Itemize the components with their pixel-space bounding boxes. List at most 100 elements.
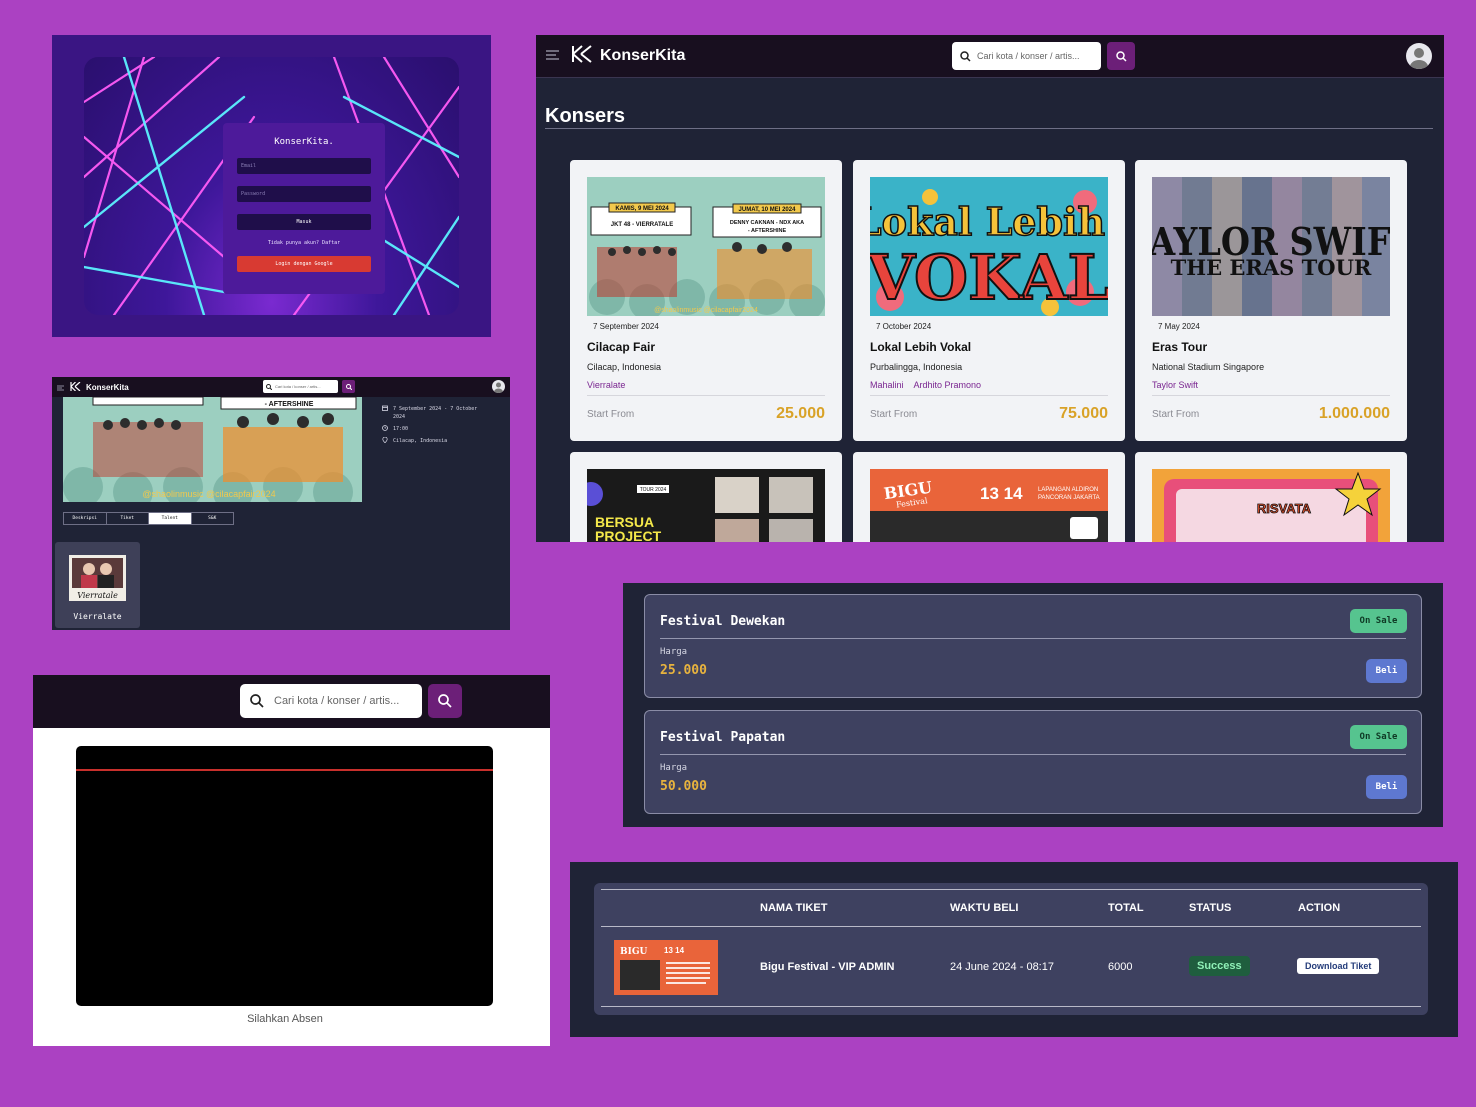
ticket-name: Festival Papatan <box>660 730 786 745</box>
buy-button[interactable]: Beli <box>1366 775 1407 799</box>
tab-snk[interactable]: S&K <box>192 513 234 524</box>
ticket-price: 25.000 <box>660 663 707 678</box>
tab-tiket[interactable]: Tiket <box>107 513 149 524</box>
search-input[interactable]: Cari kota / konser / artis... <box>240 684 422 718</box>
talent-card[interactable]: Vierratale Vierralate <box>55 542 140 628</box>
login-screen: KonserKita. Email Password Masuk Tidak p… <box>52 35 491 337</box>
column-header: NAMA TIKET <box>760 902 828 914</box>
concert-date-range: 7 September 2024 - 7 October 2024 <box>393 406 478 420</box>
search-input[interactable]: Cari kota / konser / artis... <box>263 380 338 393</box>
login-button[interactable]: Masuk <box>237 214 371 230</box>
ticket-card: Festival Dewekan On Sale Harga 25.000 Be… <box>644 594 1422 698</box>
divider <box>587 395 825 396</box>
divider <box>545 128 1433 129</box>
column-header: TOTAL <box>1108 902 1144 914</box>
concert-poster: RISVATA <box>1152 469 1390 542</box>
location-pin-icon <box>382 437 388 443</box>
search-icon <box>438 694 452 708</box>
talent-list: Mahalini Ardhito Pramono <box>870 380 981 390</box>
ticket-name: Festival Dewekan <box>660 614 786 629</box>
concert-date: 7 October 2024 <box>876 322 932 331</box>
ticket-card: Festival Papatan On Sale Harga 50.000 Be… <box>644 710 1422 814</box>
concert-poster: KAMIS, 9 MEI 2024 JUMAT, 10 MEI 2024 JKT… <box>587 177 825 316</box>
svg-text:JUMAT, 10 MEI 2024: JUMAT, 10 MEI 2024 <box>739 207 797 213</box>
search-icon <box>266 383 272 390</box>
navbar: KonserKita Cari kota / konser / artis... <box>536 35 1444 78</box>
tab-talent[interactable]: Talent <box>149 513 192 524</box>
concert-poster: TOUR 2024 BERSUA PROJECT <box>587 469 825 542</box>
talent-list: Vierralate <box>587 380 625 390</box>
concert-time: 17:00 <box>393 426 409 432</box>
concert-card[interactable]: TOUR 2024 BERSUA PROJECT <box>570 452 842 542</box>
talent-link[interactable]: Ardhito Pramono <box>914 380 982 390</box>
talent-link[interactable]: Taylor Swift <box>1152 380 1198 390</box>
divider <box>1152 395 1390 396</box>
svg-text:13 14: 13 14 <box>980 484 1023 503</box>
talent-photo: Vierratale <box>69 555 126 601</box>
google-login-button[interactable]: Login dengan Google <box>237 256 371 272</box>
search-button[interactable] <box>428 684 462 718</box>
concert-card[interactable]: Lokal Lebih VOKAL 7 October 2024 Lokal L… <box>853 160 1125 441</box>
menu-icon[interactable] <box>546 47 559 65</box>
divider <box>601 889 1421 890</box>
absen-screen: Cari kota / konser / artis... Silahkan A… <box>33 675 550 1046</box>
tab-deskripsi[interactable]: Deskripsi <box>64 513 107 524</box>
logo-icon <box>571 44 593 68</box>
column-header: ACTION <box>1298 902 1341 914</box>
scan-line <box>76 769 493 771</box>
purchase-history-screen: NAMA TIKET WAKTU BELI TOTAL STATUS ACTIO… <box>570 862 1458 1037</box>
concert-card[interactable]: BIGU Festival 13 14 LAPANGAN ALDIRON PAN… <box>853 452 1125 542</box>
svg-text:KAMIS, 9 MEI 2024: KAMIS, 9 MEI 2024 <box>615 206 669 212</box>
svg-text:PROJECT: PROJECT <box>595 528 662 542</box>
concert-card[interactable]: RISVATA <box>1135 452 1407 542</box>
talent-link[interactable]: Vierralate <box>587 380 625 390</box>
svg-text:13 14: 13 14 <box>664 946 685 955</box>
download-ticket-button[interactable]: Download Tiket <box>1297 958 1380 974</box>
search-input[interactable]: Cari kota / konser / artis... <box>952 42 1101 70</box>
svg-text:@shaolinmusic @cilacapfair2024: @shaolinmusic @cilacapfair2024 <box>654 307 758 314</box>
svg-text:LAPANGAN ALDIRON: LAPANGAN ALDIRON <box>1038 487 1098 493</box>
concert-name: Lokal Lebih Vokal <box>870 340 972 354</box>
email-field[interactable]: Email <box>237 158 371 174</box>
password-field[interactable]: Password <box>237 186 371 202</box>
svg-text:- AFTERSHINE: - AFTERSHINE <box>748 228 787 234</box>
navbar: KonserKita Cari kota / konser / artis... <box>52 377 510 397</box>
svg-text:RISVATA: RISVATA <box>1257 501 1312 516</box>
register-link[interactable]: Tidak punya akun? Daftar <box>237 240 371 246</box>
clock-icon <box>382 425 388 431</box>
camera-scanner[interactable] <box>76 746 493 1006</box>
concert-name: Cilacap Fair <box>587 340 656 354</box>
brand-name[interactable]: KonserKita <box>86 383 129 392</box>
concert-card[interactable]: KAMIS, 9 MEI 2024 JUMAT, 10 MEI 2024 JKT… <box>570 160 842 441</box>
svg-text:DENNY CAKNAN - NDX AKA: DENNY CAKNAN - NDX AKA <box>730 220 804 226</box>
svg-text:PANCORAN JAKARTA: PANCORAN JAKARTA <box>1038 495 1100 501</box>
concert-poster: Lokal Lebih VOKAL <box>870 177 1108 316</box>
concert-poster: TAYLOR SWIFT THE ERAS TOUR <box>1152 177 1390 316</box>
search-button[interactable] <box>1107 42 1135 70</box>
talent-link[interactable]: Mahalini <box>870 380 904 390</box>
concert-card[interactable]: TAYLOR SWIFT THE ERAS TOUR 7 May 2024 Er… <box>1135 160 1407 441</box>
menu-icon[interactable] <box>57 378 64 396</box>
concert-location: National Stadium Singapore <box>1152 362 1265 372</box>
concert-detail-screen: KonserKita Cari kota / konser / artis...… <box>52 377 510 630</box>
concert-price: 1.000.000 <box>1318 405 1390 422</box>
login-backdrop: KonserKita. Email Password Masuk Tidak p… <box>84 57 459 315</box>
user-avatar[interactable] <box>492 380 505 393</box>
search-button[interactable] <box>342 380 355 393</box>
concert-price: 75.000 <box>1059 405 1108 422</box>
concert-location: Purbalingga, Indonesia <box>870 362 963 372</box>
history-table: NAMA TIKET WAKTU BELI TOTAL STATUS ACTIO… <box>594 883 1428 1015</box>
absen-caption: Silahkan Absen <box>247 1013 323 1025</box>
purchase-time: 24 June 2024 - 08:17 <box>950 961 1054 973</box>
ticket-name: Bigu Festival - VIP ADMIN <box>760 961 895 973</box>
detail-tabs: Deskripsi Tiket Talent S&K <box>63 512 234 525</box>
concert-hero-image: - AFTERSHINE @shaolinmusic @cilacapfair2… <box>63 397 362 502</box>
brand-name[interactable]: KonserKita <box>600 47 685 65</box>
ticket-thumbnail: BIGU 13 14 <box>614 940 718 995</box>
column-header: STATUS <box>1189 902 1232 914</box>
concert-price: 25.000 <box>776 405 825 422</box>
search-placeholder: Cari kota / konser / artis... <box>275 384 321 389</box>
user-avatar[interactable] <box>1406 43 1432 69</box>
status-badge: On Sale <box>1350 609 1407 633</box>
buy-button[interactable]: Beli <box>1366 659 1407 683</box>
